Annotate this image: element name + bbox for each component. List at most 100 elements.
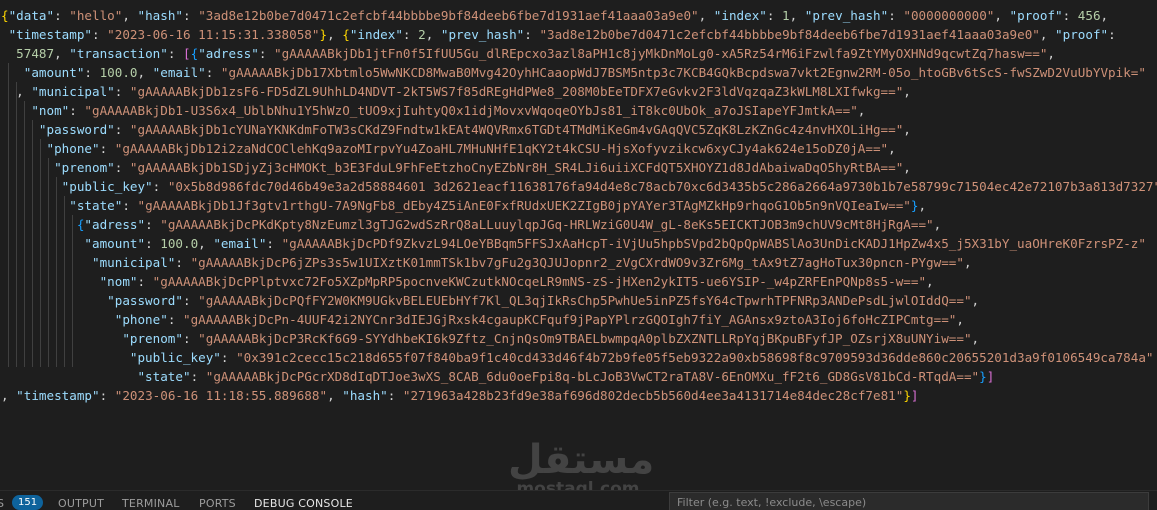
json-token-bracket: ]: [986, 369, 995, 384]
json-token-punc: ,: [971, 331, 980, 346]
json-token-str: "gAAAAABkjDcPKdKpty8NzEumzl3gTJG2wdSzRrQ…: [160, 217, 934, 232]
json-token-punc: :: [99, 141, 115, 156]
json-token-punc: ,: [789, 8, 805, 23]
json-token-key: "phone": [1, 312, 168, 327]
console-line: "password": "gAAAAABkjDb1cYUNaYKNKdmFoTW…: [1, 120, 911, 139]
json-token-key: "amount": [1, 236, 146, 251]
console-line: , "municipal": "gAAAAABkjDb1zsF6-FD5dZL9…: [1, 82, 911, 101]
console-line: "phone": "gAAAAABkjDcPn-4UUF42i2NYCnr3dI…: [1, 310, 964, 329]
indent-guide: [72, 215, 73, 367]
json-token-punc: ,: [54, 46, 70, 61]
indent-guide: [32, 120, 33, 367]
json-token-punc: :: [258, 46, 275, 61]
console-line: {"adress": "gAAAAABkjDcPKdKpty8NzEumzl3g…: [1, 215, 941, 234]
json-token-punc: ,: [698, 8, 714, 23]
json-token-punc: [1, 217, 77, 232]
debug-console-output[interactable]: {"data": "hello", "hash": "3ad8e12b0be7d…: [0, 0, 1157, 490]
json-token-punc: :: [766, 8, 783, 23]
json-token-punc: ,: [425, 27, 441, 42]
json-token-punc: :: [220, 350, 237, 365]
json-token-key: "data": [8, 8, 55, 23]
json-token-punc: ,: [971, 293, 980, 308]
json-token-str: "gAAAAABkjDb17Xbtmlo5WwNKCD8MwaB0Mvg42Oy…: [220, 65, 1146, 80]
json-token-key: "timestamp": [16, 388, 100, 403]
json-token-brace: }: [903, 388, 911, 403]
json-token-punc: :: [114, 160, 130, 175]
json-token-str: "gAAAAABkjDb12i2zaNdCOClehKq9azoMIrpvYu4…: [114, 141, 889, 156]
json-token-num: 456: [1077, 8, 1101, 23]
json-token-punc: :: [1108, 27, 1116, 42]
json-token-str: "gAAAAABkjDcPQfFY2W0KM9UGkvBELEUEbHYf7Kl…: [198, 293, 972, 308]
json-token-key: "password": [1, 293, 183, 308]
json-token-punc: ,: [903, 84, 911, 99]
json-token-punc: ,: [327, 388, 343, 403]
json-token-punc: :: [137, 274, 153, 289]
console-line: "phone": "gAAAAABkjDb12i2zaNdCOClehKq9az…: [1, 139, 896, 158]
json-token-key: "password": [1, 122, 115, 137]
json-token-punc: :: [145, 217, 161, 232]
json-token-punc: :: [205, 65, 221, 80]
json-token-brace2: }: [979, 369, 987, 384]
json-token-punc: :: [167, 46, 183, 61]
json-token-punc: :: [183, 8, 199, 23]
json-token-key: "timestamp": [1, 27, 92, 42]
json-token-key: "adress": [198, 46, 259, 61]
json-token-str: "gAAAAABkjDcP3RcKf6G9-SYYdhbeKI6k9Zftz_C…: [198, 331, 972, 346]
tab-terminal[interactable]: TERMINAL: [122, 496, 180, 510]
problems-count-badge: 151: [12, 495, 44, 510]
json-token-key: "transaction": [69, 46, 168, 61]
json-token-key: "prenom": [1, 331, 183, 346]
console-line: "prenom": "gAAAAABkjDcP3RcKf6G9-SYYdhbeK…: [1, 329, 979, 348]
tab-output[interactable]: OUTPUT: [58, 496, 104, 510]
json-token-key: "nom": [1, 274, 138, 289]
console-line: "timestamp": "2023-06-16 11:15:31.338058…: [1, 25, 1116, 44]
json-token-punc: :: [99, 388, 115, 403]
console-line: "state": "gAAAAABkjDb1Jf3gtv1rthgU-7A9Ng…: [1, 196, 926, 215]
console-filter-input[interactable]: [669, 492, 1149, 510]
watermark-logo: مستقل: [508, 437, 655, 483]
json-token-str: "3ad8e12b0be7d0471c2efcbf44bbbbe9bf84dee…: [198, 8, 699, 23]
json-token-punc: ,: [1, 388, 17, 403]
json-token-key: "prev_hash": [440, 27, 525, 42]
json-token-num: 1: [782, 8, 790, 23]
json-token-key: "proof": [1009, 8, 1063, 23]
json-token-key: "prenom": [1, 160, 115, 175]
console-line: "public_key": "0x391c2cecc15c218d655f07f…: [1, 348, 1154, 367]
json-token-str: "0x391c2cecc15c218d655f07f840ba9f1c40cd4…: [236, 350, 1154, 365]
json-token-punc: ,: [888, 141, 896, 156]
json-token-key: "hash": [137, 8, 184, 23]
json-token-str: "gAAAAABkjDcPDf9ZkvzL94LOeYBBqm5FFSJxAaH…: [281, 236, 1146, 251]
json-token-punc: ,: [926, 274, 934, 289]
json-token-punc: :: [524, 27, 540, 42]
json-token-punc: ,: [918, 198, 927, 213]
indent-guide: [16, 82, 17, 367]
json-token-key: "public_key": [1, 350, 221, 365]
json-token-str: "gAAAAABkjDcPGcrXD8dIqDTJoe3wXS_8CAB_6du…: [205, 369, 980, 384]
json-token-punc: :: [402, 27, 419, 42]
json-token-punc: ,: [137, 65, 153, 80]
tab-debug-console[interactable]: DEBUG CONSOLE: [254, 496, 353, 510]
json-token-key: "adress": [84, 217, 146, 232]
console-line: "password": "gAAAAABkjDcPQfFY2W0KM9UGkvB…: [1, 291, 979, 310]
json-token-punc: :: [122, 198, 138, 213]
json-token-key: "municipal": [31, 84, 115, 99]
json-token-punc: ,: [933, 217, 942, 232]
json-token-key: "state": [1, 198, 123, 213]
panel-tab-bar: S 151 OUTPUT TERMINAL PORTS DEBUG CONSOL…: [0, 490, 1157, 510]
json-token-str: "gAAAAABkjDb1jtFn0f5IfUU5Gu_dlREpcxo3azl…: [274, 46, 1048, 61]
tab-ports[interactable]: PORTS: [199, 496, 236, 510]
json-token-punc: ,: [1039, 27, 1056, 42]
json-token-str: "gAAAAABkjDcPPlptvxc72Fo5XZpMpRP5pocnveK…: [152, 274, 927, 289]
json-token-key: "index": [713, 8, 767, 23]
console-line: "amount": 100.0, "email": "gAAAAABkjDcPD…: [1, 234, 1146, 253]
json-token-punc: :: [92, 27, 108, 42]
indent-guide: [24, 101, 25, 367]
json-token-key: "state": [1, 369, 191, 384]
json-token-punc: ,: [903, 160, 911, 175]
console-line: 57487, "transaction": [{"adress": "gAAAA…: [1, 44, 1055, 63]
json-token-str: "0x5b8d986fdc70d46b49e3a2d58884601 3d262…: [167, 179, 1157, 194]
json-token-punc: ,: [122, 8, 138, 23]
json-token-punc: :: [114, 122, 130, 137]
console-line: "state": "gAAAAABkjDcPGcrXD8dIqDTJoe3wXS…: [1, 367, 994, 386]
problems-tab-fragment[interactable]: S: [0, 496, 4, 510]
